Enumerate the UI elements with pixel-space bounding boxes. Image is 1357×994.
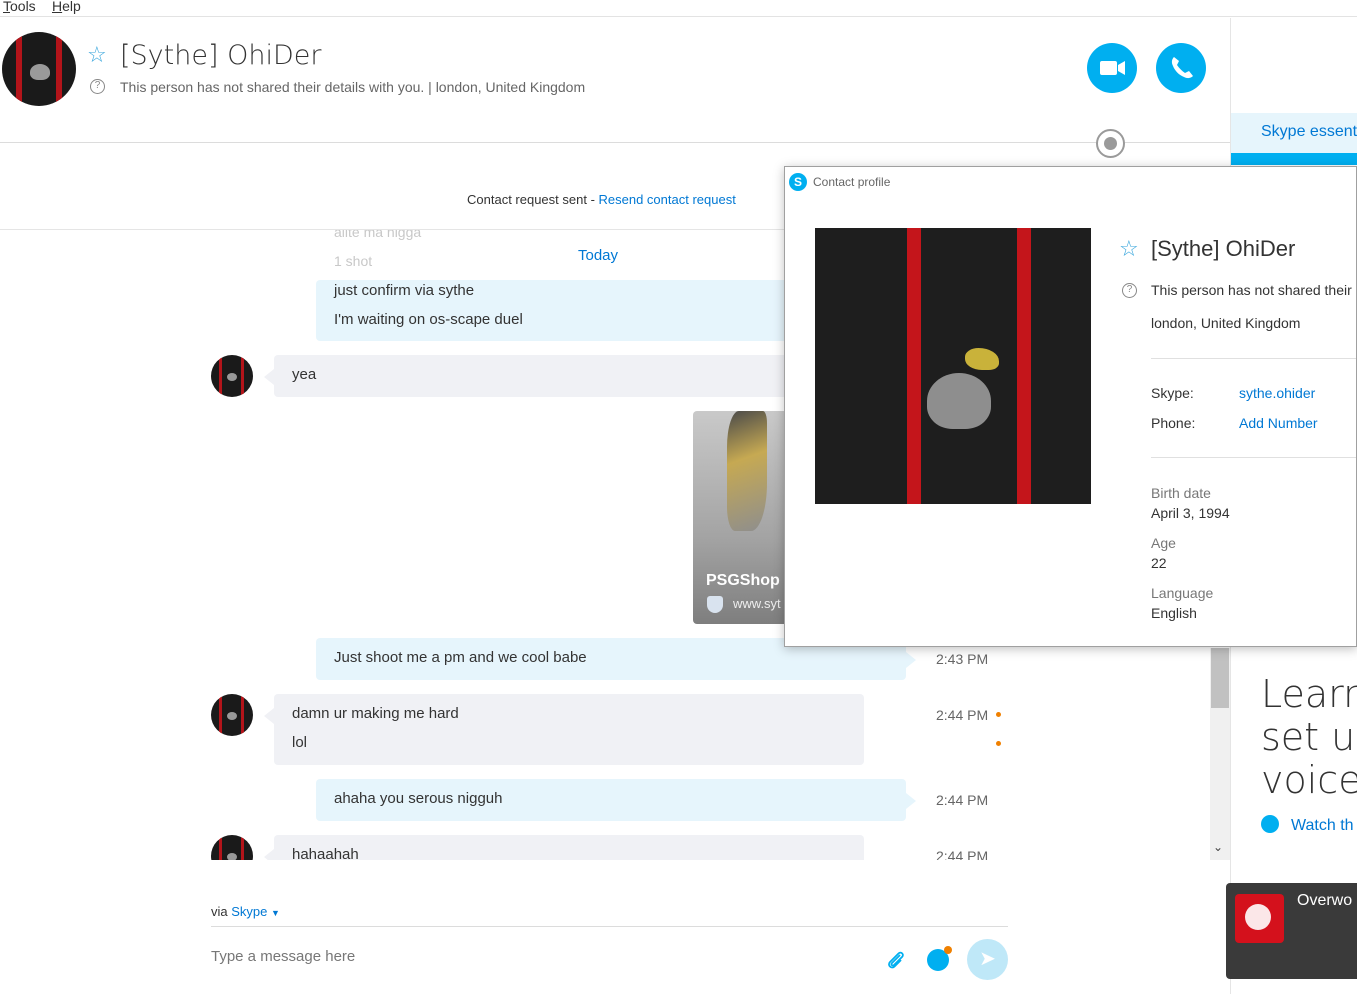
notice-text: Contact request sent - Resend contact re… xyxy=(467,192,736,207)
star-icon[interactable]: ☆ xyxy=(1119,236,1139,262)
contact-details: This person has not shared their details… xyxy=(120,79,586,95)
divider xyxy=(1151,457,1356,458)
unread-dot xyxy=(996,712,1001,717)
phone-label: Phone: xyxy=(1151,415,1196,431)
profile-not-shared: This person has not shared their xyxy=(1151,282,1352,298)
compose-divider xyxy=(211,926,1008,927)
language-label: Language xyxy=(1151,585,1214,601)
profile-name: [Sythe] OhiDer xyxy=(1151,236,1296,261)
skype-id-link[interactable]: sythe.ohider xyxy=(1239,385,1315,401)
overwolf-logo-icon xyxy=(1235,894,1284,943)
essentials-banner xyxy=(1231,153,1357,165)
toast-title: Overwo xyxy=(1297,892,1353,909)
learn-line: set up xyxy=(1261,715,1357,759)
card-title: PSGShop xyxy=(706,572,780,589)
sender-avatar[interactable] xyxy=(211,694,253,736)
resend-contact-request-link[interactable]: Resend contact request xyxy=(599,192,736,207)
message-text: Just shoot me a pm and we cool babe xyxy=(334,649,587,666)
unread-dot xyxy=(996,741,1001,746)
video-call-button[interactable] xyxy=(1087,43,1137,93)
birth-date-label: Birth date xyxy=(1151,485,1211,501)
watch-label: Watch th xyxy=(1291,817,1354,834)
message-text: I'm waiting on os-scape duel xyxy=(334,311,523,328)
shield-icon xyxy=(707,596,723,613)
window-title: Contact profile xyxy=(813,175,891,189)
call-button[interactable] xyxy=(1156,43,1206,93)
card-url: www.syt xyxy=(733,596,781,611)
message-time: 2:44 PM xyxy=(936,848,989,860)
profile-picture xyxy=(815,228,1091,504)
incoming-message[interactable]: yea xyxy=(264,355,864,397)
faded-message: alite ma nigga xyxy=(334,230,422,240)
message-time: 2:44 PM xyxy=(936,792,989,808)
menu-bar: Tools Help xyxy=(0,0,1357,17)
date-divider: Today xyxy=(578,247,619,264)
watch-link[interactable]: Watch th xyxy=(1261,815,1354,835)
via-skype-link[interactable]: Skype xyxy=(231,904,267,919)
message-text: damn ur making me hard xyxy=(292,705,459,722)
learn-line: Learn xyxy=(1261,672,1357,716)
language-value: English xyxy=(1151,605,1197,621)
send-icon[interactable]: ➤ xyxy=(967,939,1008,980)
skype-essentials-tab[interactable]: Skype essent xyxy=(1231,113,1357,153)
contact-profile-window[interactable]: S Contact profile ☆ [Sythe] OhiDer ? Thi… xyxy=(784,166,1357,647)
message-text: just confirm via sythe xyxy=(334,282,475,299)
contact-avatar[interactable] xyxy=(2,32,76,106)
incoming-message[interactable]: hahaahah xyxy=(264,835,864,860)
scrollbar-thumb[interactable] xyxy=(1211,648,1229,708)
faded-message: 1 shot xyxy=(334,253,373,269)
link-preview-card[interactable]: PSGShop www.syt xyxy=(693,411,793,624)
notice-label: Contact request sent - xyxy=(467,192,599,207)
outgoing-message[interactable]: ahaha you serous nigguh xyxy=(316,779,916,821)
message-input[interactable]: Type a message here xyxy=(211,948,355,965)
star-icon[interactable]: ☆ xyxy=(87,42,107,68)
incoming-message[interactable]: damn ur making me hard lol xyxy=(264,694,864,765)
learn-line: voice xyxy=(1261,758,1357,802)
message-time: 2:44 PM xyxy=(936,707,989,723)
skype-label: Skype: xyxy=(1151,385,1194,401)
via-selector[interactable]: via Skype ▼ xyxy=(211,904,280,919)
chevron-down-icon[interactable]: ▼ xyxy=(271,908,280,918)
via-label: via xyxy=(211,904,228,919)
profile-location: london, United Kingdom xyxy=(1151,315,1301,331)
skype-logo-icon: S xyxy=(789,173,807,191)
sender-avatar[interactable] xyxy=(211,835,253,860)
attach-icon[interactable] xyxy=(884,949,908,979)
help-icon: ? xyxy=(90,79,105,94)
play-icon xyxy=(1261,815,1279,833)
emoji-icon[interactable] xyxy=(927,946,952,971)
age-label: Age xyxy=(1151,535,1176,551)
conversation-header: ☆ [Sythe] OhiDer ? This person has not s… xyxy=(0,18,1230,143)
sender-avatar[interactable] xyxy=(211,355,253,397)
age-value: 22 xyxy=(1151,555,1167,571)
video-call-icon xyxy=(1100,61,1125,75)
message-time: 2:43 PM xyxy=(936,651,989,667)
birth-date-value: April 3, 1994 xyxy=(1151,505,1230,521)
scroll-down-icon[interactable]: ⌄ xyxy=(1213,840,1223,854)
message-text: yea xyxy=(292,366,317,383)
message-text: hahaahah xyxy=(292,846,359,860)
help-icon: ? xyxy=(1122,283,1137,298)
menu-tools[interactable]: Tools xyxy=(3,0,36,14)
add-number-link[interactable]: Add Number xyxy=(1239,415,1318,431)
divider xyxy=(1151,358,1356,359)
message-text: lol xyxy=(292,734,308,751)
learn-heading: Learn set up voice xyxy=(1261,673,1357,802)
overwolf-notification[interactable]: Overwo xyxy=(1226,883,1357,979)
contact-name[interactable]: [Sythe] OhiDer xyxy=(120,40,321,71)
menu-help[interactable]: Help xyxy=(52,0,81,14)
call-icon xyxy=(1171,57,1193,79)
message-text: ahaha you serous nigguh xyxy=(334,790,503,807)
